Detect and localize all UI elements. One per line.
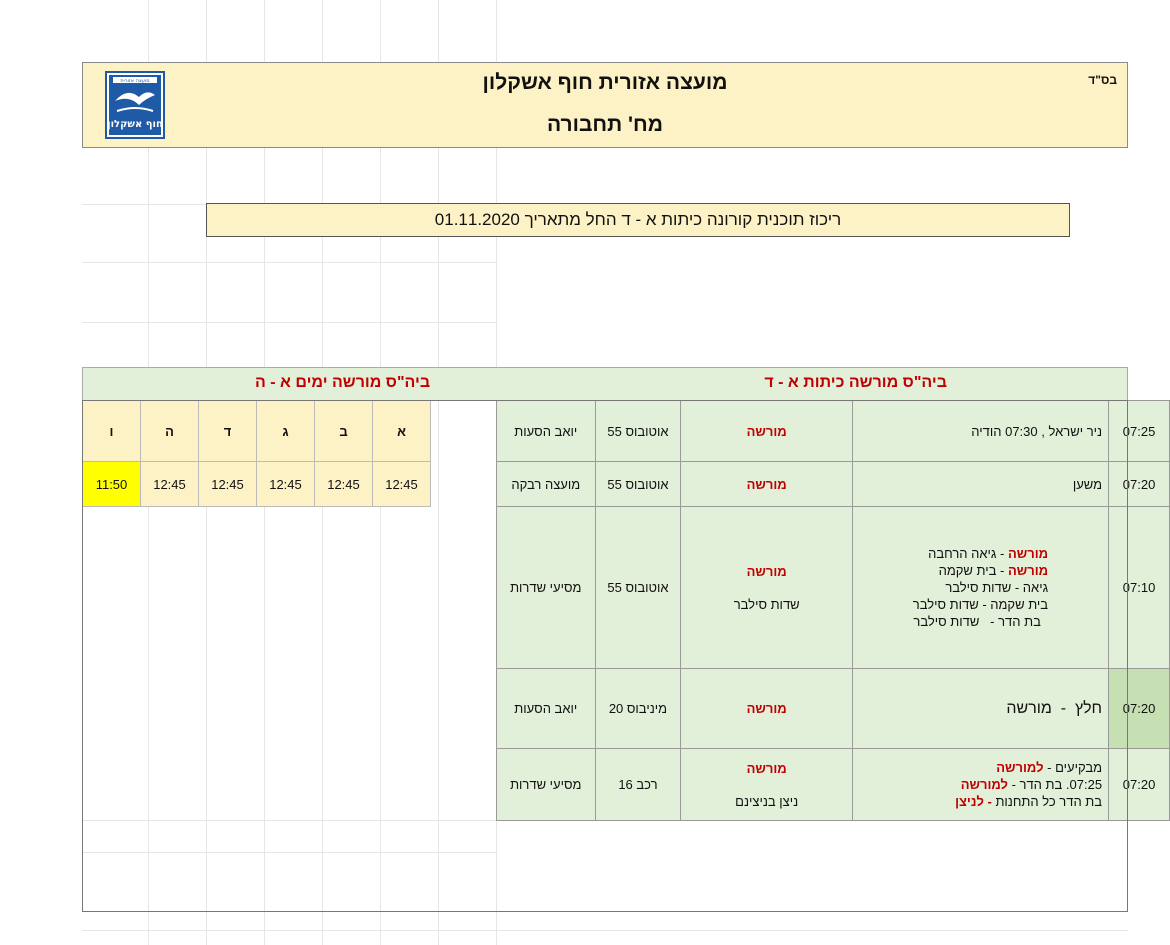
department-title: מח' תחבורה (546, 113, 663, 136)
band-right-label: ביה"ס מורשה כיתות א - ד (764, 374, 947, 391)
program-subtitle: ריכוז תוכנית קורונה כיתות א - ד החל מתאר… (206, 203, 1070, 237)
svg-text:מועצה אזורית: מועצה אזורית (120, 78, 149, 84)
council-logo-icon: חוף אשקלון מועצה אזורית (105, 71, 165, 139)
document-header: בס"ד מועצה אזורית חוף אשקלון מח' תחבורה … (82, 62, 1128, 148)
council-title: מועצה אזורית חוף אשקלון (482, 71, 728, 94)
band-left-label: ביה"ס מורשה ימים א - ה (255, 374, 431, 391)
schedule-frame (82, 400, 1128, 912)
school-band: ביה"ס מורשה כיתות א - ד ביה"ס מורשה ימים… (82, 367, 1128, 401)
svg-text:חוף אשקלון: חוף אשקלון (107, 119, 163, 130)
